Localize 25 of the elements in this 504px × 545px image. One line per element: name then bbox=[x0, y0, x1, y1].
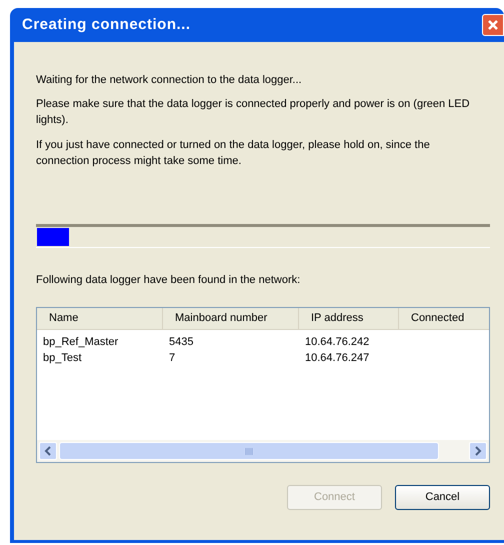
chevron-left-icon bbox=[44, 446, 52, 456]
horizontal-scrollbar[interactable] bbox=[37, 440, 489, 462]
instruction-text: Please make sure that the data logger is connected properly and power is on (green LED lights). bbox=[36, 97, 471, 128]
status-text: Waiting for the network connection to the data logger... bbox=[36, 73, 303, 88]
window-title: Creating connection... bbox=[22, 14, 191, 35]
scroll-left-button[interactable] bbox=[39, 442, 57, 460]
table-cell-text: 10.64.76.247 bbox=[304, 350, 370, 366]
table-cell-text: 10.64.76.242 bbox=[304, 334, 370, 350]
column-header[interactable]: IP address bbox=[299, 308, 399, 329]
column-header[interactable]: Mainboard number bbox=[163, 308, 299, 329]
column-header[interactable]: Name bbox=[37, 308, 163, 329]
scroll-right-button[interactable] bbox=[469, 442, 487, 460]
scrollbar-thumb[interactable] bbox=[59, 442, 439, 460]
table-cell-text: 7 bbox=[168, 350, 176, 366]
grip-icon bbox=[244, 448, 254, 454]
cancel-button[interactable]: Cancel bbox=[395, 485, 490, 510]
table-cell-text: 5435 bbox=[168, 334, 194, 350]
instruction-text: If you just have connected or turned on the data logger, please hold on, since the connection process might take some time. bbox=[36, 138, 431, 169]
logger-list[interactable]: Name Mainboard number IP address Connected bp_Ref_Master 5435 10.64.76.242 bp_Test 7 10.64.76.247 bbox=[36, 307, 490, 463]
table-cell-text: bp_Ref_Master bbox=[42, 334, 120, 350]
table-cell-text: bp_Test bbox=[42, 350, 83, 366]
column-header[interactable]: Connected bbox=[399, 308, 489, 329]
chevron-right-icon bbox=[474, 446, 482, 456]
found-label: Following data logger have been found in the network: bbox=[36, 273, 302, 288]
close-icon[interactable] bbox=[482, 14, 504, 36]
